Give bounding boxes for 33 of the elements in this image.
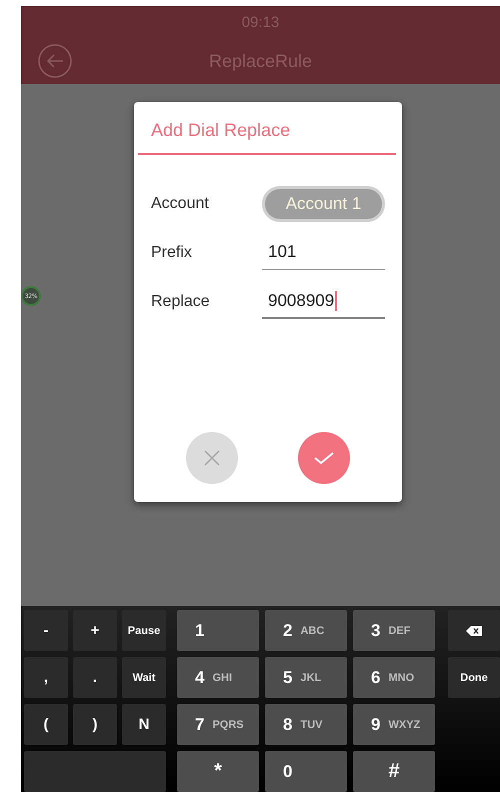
keyboard-key[interactable]: 5 JKL xyxy=(265,657,347,698)
keyboard-key[interactable]: - xyxy=(24,610,68,651)
keyboard-key[interactable]: + xyxy=(73,610,117,651)
keyboard-key[interactable]: . xyxy=(73,657,117,698)
keyboard-key[interactable]: Pause xyxy=(122,610,166,651)
close-icon xyxy=(202,448,222,468)
keyboard-key[interactable]: ) xyxy=(73,704,117,745)
keyboard-key[interactable]: Wait xyxy=(122,657,166,698)
backspace-key[interactable] xyxy=(448,610,500,651)
keyboard-key[interactable]: * xyxy=(177,751,259,792)
keyboard-key[interactable]: Done xyxy=(448,657,500,698)
dialog-title: Add Dial Replace xyxy=(151,120,290,142)
keyboard-key[interactable]: 0 xyxy=(265,751,347,792)
keyboard-key[interactable]: , xyxy=(24,657,68,698)
keyboard-key[interactable]: 2 ABC xyxy=(265,610,347,651)
field-label: Account xyxy=(151,194,210,213)
keyboard-key[interactable]: 9 WXYZ xyxy=(353,704,435,745)
keyboard-key[interactable]: 7 PQRS xyxy=(177,704,259,745)
keyboard-key[interactable]: 8 TUV xyxy=(265,704,347,745)
back-icon[interactable] xyxy=(38,44,72,78)
checkmark-icon xyxy=(313,450,335,466)
keyboard-key[interactable]: N xyxy=(122,704,166,745)
field-label: Replace xyxy=(151,292,211,311)
keyboard-key[interactable]: ( xyxy=(24,704,68,745)
field-label: Prefix xyxy=(151,244,193,262)
backspace-icon xyxy=(466,626,482,636)
keyboard-key[interactable]: 1 xyxy=(177,610,259,651)
keyboard-key[interactable]: 3 DEF xyxy=(353,610,435,651)
keyboard-key[interactable]: 4 GHI xyxy=(177,657,259,698)
input-field[interactable]: 101 xyxy=(262,236,385,270)
keyboard-key[interactable]: # xyxy=(353,751,435,792)
input-field[interactable]: 9008909 xyxy=(262,284,385,319)
keyboard-key[interactable]: 6 MNO xyxy=(353,657,435,698)
